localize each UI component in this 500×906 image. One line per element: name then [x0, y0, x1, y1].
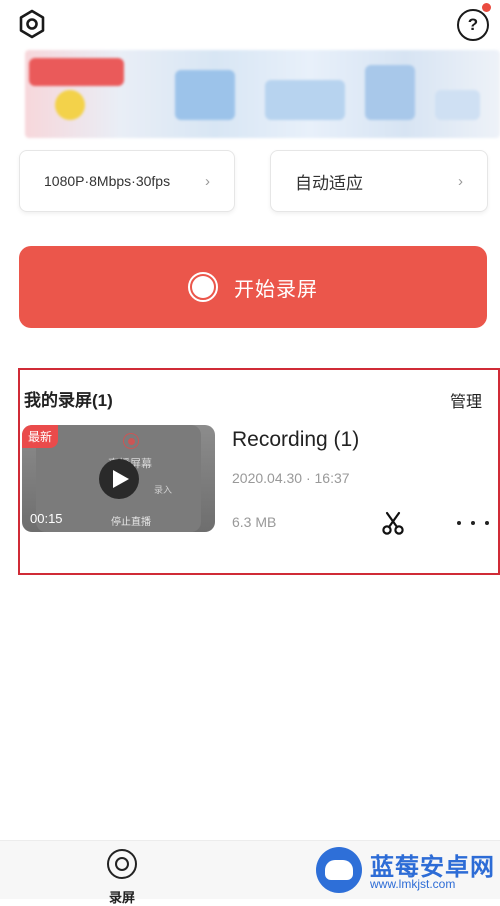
settings-icon[interactable]	[16, 8, 48, 40]
recording-date: 2020.04.30 · 16:37	[232, 470, 350, 486]
recording-title[interactable]: Recording (1)	[232, 428, 359, 452]
start-recording-label: 开始录屏	[234, 278, 318, 301]
duration-label: 00:15	[30, 511, 63, 526]
play-icon[interactable]	[99, 459, 139, 499]
watermark-logo-icon	[316, 847, 362, 893]
start-recording-button[interactable]: 开始录屏	[19, 246, 487, 328]
question-icon: ?	[457, 9, 489, 41]
chevron-right-icon: ›	[205, 172, 210, 190]
nav-item-record[interactable]: 录屏	[100, 849, 150, 905]
top-bar	[0, 0, 500, 48]
section-title: 我的录屏(1)	[24, 391, 113, 410]
quality-label: 1080P·8Mbps·30fps	[44, 173, 171, 189]
promo-banner[interactable]	[25, 50, 500, 138]
recording-size: 6.3 MB	[232, 514, 277, 530]
orientation-label: 自动适应	[295, 173, 363, 193]
manage-button[interactable]: 管理	[450, 388, 482, 412]
record-dot-icon	[123, 433, 139, 449]
watermark-url: www.lmkjst.com	[370, 877, 456, 891]
watermark: 蓝莓安卓网 www.lmkjst.com	[300, 843, 500, 898]
help-button[interactable]: ?	[455, 3, 491, 41]
recording-thumbnail[interactable]: 直播屏幕 录入 停止直播 最新 00:15	[22, 425, 215, 532]
orientation-setting-card[interactable]: 自动适应 ›	[270, 150, 488, 212]
more-options-icon[interactable]	[457, 510, 489, 536]
nav-item-label: 录屏	[109, 890, 136, 905]
record-icon	[188, 272, 218, 302]
thumb-caption: 停止直播	[111, 517, 151, 528]
notification-dot	[482, 3, 491, 12]
scissors-icon[interactable]	[380, 510, 406, 536]
new-badge: 最新	[22, 425, 59, 448]
record-tab-icon	[107, 849, 137, 879]
chevron-right-icon: ›	[458, 172, 463, 190]
quality-setting-card[interactable]: 1080P·8Mbps·30fps ›	[19, 150, 235, 212]
thumb-caption: 录入	[154, 485, 173, 495]
